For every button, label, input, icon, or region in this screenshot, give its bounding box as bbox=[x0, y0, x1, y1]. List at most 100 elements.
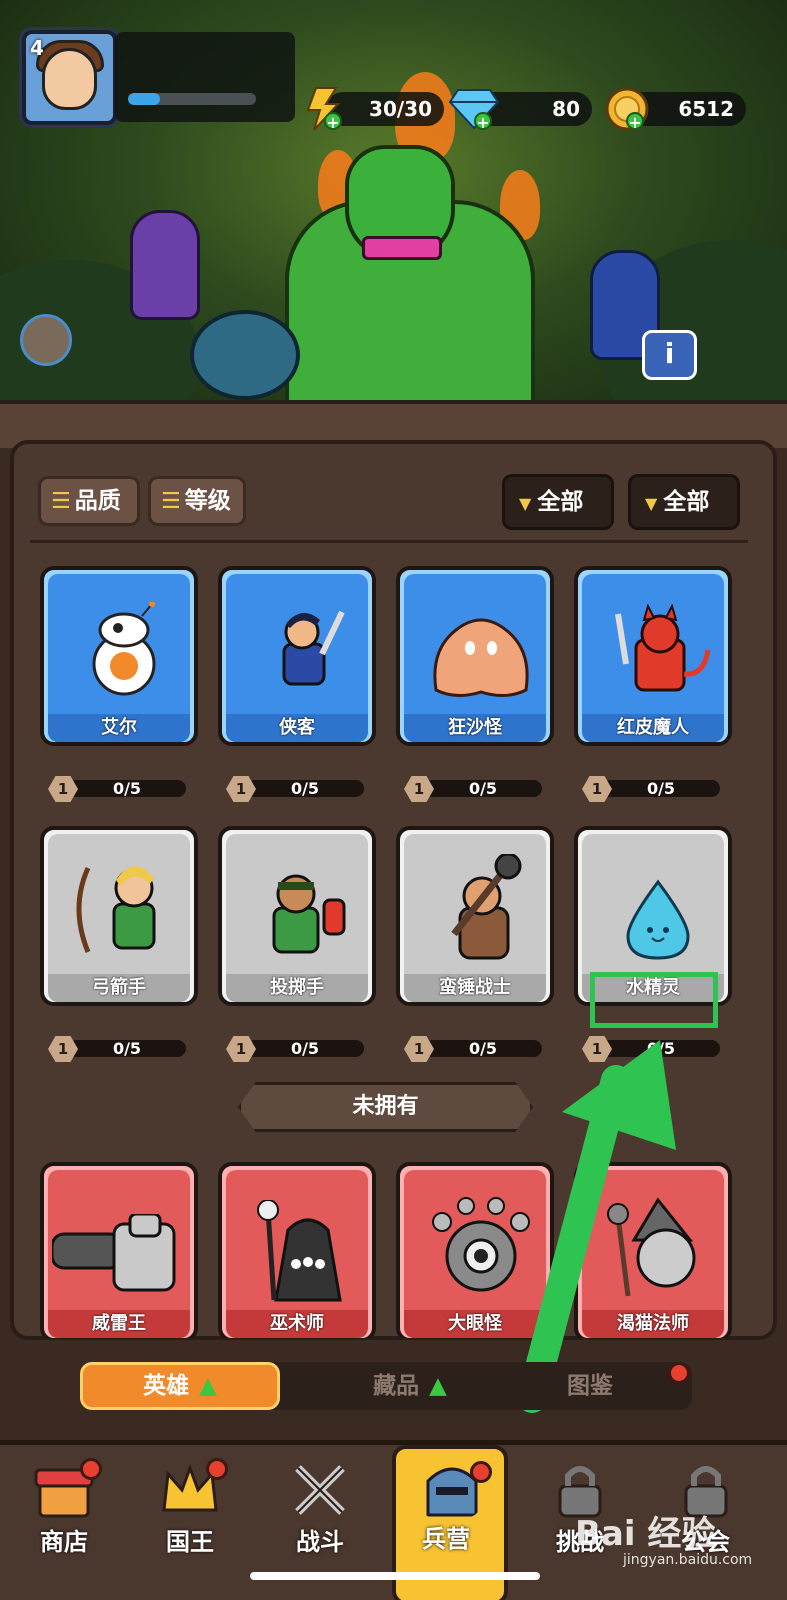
big-eye-monster-icon bbox=[432, 1197, 530, 1292]
hero-name: 侠客 bbox=[226, 714, 368, 742]
nav-barracks-label: 兵营 bbox=[422, 1525, 470, 1553]
sort-level-label: 等级 bbox=[184, 488, 231, 514]
tab-codex[interactable]: 图鉴 bbox=[540, 1362, 640, 1410]
sort-icon: ☰ bbox=[51, 489, 71, 514]
filter-dropdown-1-value: 全部 bbox=[537, 489, 584, 515]
notification-dot bbox=[668, 1362, 690, 1384]
hero-portrait bbox=[582, 1170, 724, 1310]
energy-counter: 30/30 bbox=[326, 92, 444, 126]
hero-name: 弓箭手 bbox=[48, 974, 190, 1002]
swordsman-icon bbox=[282, 610, 345, 686]
hero-shard-progress: 0/5 1 bbox=[582, 1036, 722, 1062]
tab-heroes[interactable]: 英雄 ▲ bbox=[80, 1362, 280, 1410]
filter-dropdown-2[interactable]: ▼ 全部 bbox=[628, 474, 740, 530]
upgrade-arrow-icon: ▲ bbox=[429, 1373, 447, 1399]
upgrade-arrow-icon: ▲ bbox=[199, 1373, 217, 1399]
shard-count: 0/5 bbox=[68, 1040, 186, 1057]
hero-shard-progress: 0/5 1 bbox=[226, 776, 366, 802]
hero-name: 渴猫法师 bbox=[582, 1310, 724, 1338]
player-avatar[interactable]: 4 bbox=[22, 30, 117, 125]
shard-count: 0/5 bbox=[68, 780, 186, 797]
nav-shop-label: 商店 bbox=[40, 1528, 88, 1556]
hero-portrait bbox=[404, 834, 546, 974]
hero-name: 威雷王 bbox=[48, 1310, 190, 1338]
highlight-box bbox=[590, 972, 718, 1028]
locked-hero-card[interactable]: 渴猫法师 bbox=[574, 1162, 732, 1338]
hero-portrait bbox=[226, 1170, 368, 1310]
hero-card[interactable]: 蛮锤战士 bbox=[396, 826, 554, 1006]
hero-shard-progress: 0/5 1 bbox=[404, 1036, 544, 1062]
hero-card[interactable]: 狂沙怪 bbox=[396, 566, 554, 746]
cat-wizard-icon bbox=[607, 1197, 696, 1297]
hero-name: 红皮魔人 bbox=[582, 714, 724, 742]
cannon-robot-icon bbox=[52, 1214, 176, 1292]
tab-collection-label: 藏品 bbox=[373, 1373, 420, 1399]
archer-figure bbox=[130, 210, 200, 320]
blob-monster bbox=[190, 310, 300, 400]
shard-count: 0/5 bbox=[424, 780, 542, 797]
player-level: 4 bbox=[30, 36, 44, 60]
sort-quality-label: 品质 bbox=[74, 488, 121, 514]
panel-divider bbox=[30, 540, 748, 543]
sorcerer-icon bbox=[257, 1200, 342, 1302]
add-gold-button[interactable]: + bbox=[626, 112, 644, 131]
hero-shard-progress: 0/5 1 bbox=[48, 1036, 188, 1062]
hero-portrait bbox=[582, 574, 724, 714]
hero-portrait bbox=[582, 834, 724, 974]
nav-shop[interactable]: 商店 bbox=[14, 1458, 114, 1600]
add-gem-button[interactable]: + bbox=[474, 112, 492, 131]
shard-count: 0/5 bbox=[246, 1040, 364, 1057]
hero-card[interactable]: 弓箭手 bbox=[40, 826, 198, 1006]
notification-dot bbox=[470, 1461, 492, 1483]
filter-dropdown-1[interactable]: ▼ 全部 bbox=[502, 474, 614, 530]
robot-ball-icon bbox=[92, 602, 156, 696]
home-indicator[interactable] bbox=[250, 1572, 540, 1580]
energy-value: 30/30 bbox=[369, 97, 432, 121]
nav-king[interactable]: 国王 bbox=[140, 1458, 240, 1600]
sand-blob-icon bbox=[433, 618, 529, 697]
hero-shard-progress: 0/5 1 bbox=[226, 1036, 366, 1062]
hero-card[interactable]: 侠客 bbox=[218, 566, 376, 746]
dropdown-arrow-icon: ▼ bbox=[645, 494, 658, 513]
hero-portrait bbox=[48, 1170, 190, 1310]
archer-icon bbox=[76, 866, 156, 953]
hero-portrait bbox=[226, 834, 368, 974]
side-hero-avatar[interactable] bbox=[20, 314, 72, 366]
locked-hero-card[interactable]: 威雷王 bbox=[40, 1162, 198, 1338]
watermark-url: jingyan.baidu.com bbox=[623, 1552, 753, 1568]
gold-value: 6512 bbox=[678, 97, 734, 121]
avatar-face bbox=[42, 48, 97, 110]
shard-count: 0/5 bbox=[424, 1040, 542, 1057]
player-info-panel bbox=[115, 32, 295, 122]
notification-dot bbox=[80, 1458, 102, 1480]
nav-king-label: 国王 bbox=[166, 1528, 214, 1556]
filter-dropdown-2-value: 全部 bbox=[663, 489, 710, 515]
hero-card[interactable]: 红皮魔人 bbox=[574, 566, 732, 746]
hammer-warrior-icon bbox=[451, 854, 522, 960]
not-owned-header: 未拥有 bbox=[238, 1082, 533, 1132]
shard-count: 0/5 bbox=[602, 780, 720, 797]
tab-collection[interactable]: 藏品 ▲ bbox=[330, 1362, 490, 1410]
hero-card[interactable]: 艾尔 bbox=[40, 566, 198, 746]
hero-name: 狂沙怪 bbox=[404, 714, 546, 742]
info-button[interactable]: i bbox=[642, 330, 697, 380]
locked-hero-card[interactable]: 大眼怪 bbox=[396, 1162, 554, 1338]
hero-name: 蛮锤战士 bbox=[404, 974, 546, 1002]
water-drop-icon bbox=[626, 879, 690, 960]
hero-shard-progress: 0/5 1 bbox=[404, 776, 544, 802]
sort-level-button[interactable]: ☰ 等级 bbox=[148, 476, 246, 526]
hero-shard-progress: 0/5 1 bbox=[48, 776, 188, 802]
hero-portrait bbox=[404, 574, 546, 714]
hero-name: 巫术师 bbox=[226, 1310, 368, 1338]
hero-name: 艾尔 bbox=[48, 714, 190, 742]
sort-icon: ☰ bbox=[161, 489, 181, 514]
nav-battle-label: 战斗 bbox=[296, 1528, 344, 1556]
hero-card[interactable]: 投掷手 bbox=[218, 826, 376, 1006]
add-energy-button[interactable]: + bbox=[324, 112, 342, 131]
tab-heroes-label: 英雄 bbox=[143, 1373, 190, 1399]
hero-portrait bbox=[226, 574, 368, 714]
shard-count: 0/5 bbox=[246, 780, 364, 797]
locked-hero-card[interactable]: 巫术师 bbox=[218, 1162, 376, 1338]
dropdown-arrow-icon: ▼ bbox=[519, 494, 532, 513]
sort-quality-button[interactable]: ☰ 品质 bbox=[38, 476, 140, 526]
